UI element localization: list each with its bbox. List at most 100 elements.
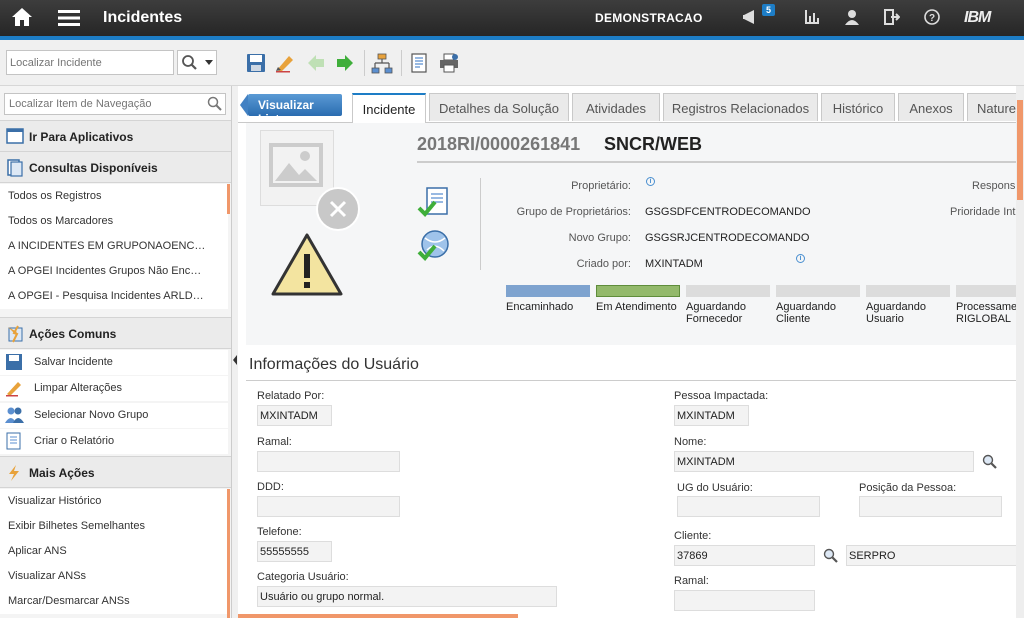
available-queries-header[interactable]: Consultas Disponíveis xyxy=(0,151,231,183)
name-field[interactable]: MXINTADM xyxy=(674,451,974,472)
more-action-item[interactable]: Visualizar ANSs xyxy=(0,564,228,589)
affected-person-label: Pessoa Impactada: xyxy=(674,390,769,402)
toolbar xyxy=(0,40,1024,86)
user-category-label: Categoria Usuário: xyxy=(257,571,349,583)
main-content: Visualizar Lista Incidente Detalhes da S… xyxy=(238,86,1024,618)
query-item[interactable]: A INCIDENTES EM GRUPONAOENC… xyxy=(0,234,228,259)
queries-scrollbar[interactable] xyxy=(227,184,230,214)
tab-related-records[interactable]: Registros Relacionados xyxy=(663,93,818,121)
client-id-field[interactable]: 37869 xyxy=(674,545,815,566)
status-step-bar xyxy=(776,285,860,297)
phone-label: Telefone: xyxy=(257,526,302,538)
remove-image-icon[interactable] xyxy=(316,187,360,234)
more-action-item[interactable]: Exibir Bilhetes Semelhantes xyxy=(0,514,228,539)
created-by-value[interactable]: MXINTADM xyxy=(645,258,703,270)
ibm-logo: IBM xyxy=(964,9,991,26)
clear-changes-action[interactable]: Limpar Alterações xyxy=(0,376,228,401)
owner-label: Proprietário: xyxy=(571,180,631,192)
save-incident-action[interactable]: Salvar Incidente xyxy=(0,350,228,375)
more-action-item[interactable]: Marcar/Desmarcar ANSs xyxy=(0,589,228,614)
more-action-item[interactable]: Visualizar Histórico xyxy=(0,489,228,514)
checklist-icon[interactable] xyxy=(417,186,451,223)
find-incident-input[interactable] xyxy=(6,50,174,75)
status-step-label: Aguardando Cliente xyxy=(776,301,836,325)
status-step-label: Aguardando Usuario xyxy=(866,301,926,325)
new-group-label: Novo Grupo: xyxy=(568,232,631,244)
common-actions-header[interactable]: Ações Comuns xyxy=(0,317,231,349)
status-step-label: Aguardando Fornecedor xyxy=(686,301,746,325)
user-category-field[interactable]: Usuário ou grupo normal. xyxy=(257,586,557,607)
person-position-field[interactable] xyxy=(859,496,1002,517)
select-new-group-action[interactable]: Selecionar Novo Grupo xyxy=(0,403,228,428)
client-name-field[interactable]: SERPRO xyxy=(846,545,1022,566)
search-button[interactable] xyxy=(177,50,217,75)
info-icon[interactable]: i xyxy=(796,254,805,263)
user-profile-icon[interactable] xyxy=(844,9,860,28)
extension2-label: Ramal: xyxy=(674,575,709,587)
navigation-sidebar: Ir Para Aplicativos Consultas Disponívei… xyxy=(0,86,232,618)
tab-activities[interactable]: Atividades xyxy=(572,93,660,121)
tab-history[interactable]: Histórico xyxy=(821,93,895,121)
info-icon[interactable]: i xyxy=(646,177,655,186)
query-item[interactable]: A OPGEI Incidentes Grupos Não Enc… xyxy=(0,259,228,284)
status-step-bar xyxy=(956,285,1024,297)
status-step-label: Processame RIGLOBAL xyxy=(956,301,1018,325)
reported-by-field[interactable]: MXINTADM xyxy=(257,405,332,426)
help-icon[interactable]: ? xyxy=(924,9,940,28)
print-icon[interactable] xyxy=(438,53,460,76)
owner-group-label: Grupo de Proprietários: xyxy=(516,206,631,218)
action-label: Limpar Alterações xyxy=(34,382,123,394)
query-item[interactable]: Todos os Marcadores xyxy=(0,209,228,234)
owner-group-value[interactable]: GSGSDFCENTRODECOMANDO xyxy=(645,206,811,218)
next-arrow-icon[interactable] xyxy=(335,53,355,76)
nav-search-input[interactable] xyxy=(4,93,226,115)
reports-icon[interactable] xyxy=(804,9,820,28)
more-action-item[interactable]: Aplicar ANS xyxy=(0,539,228,564)
clear-changes-icon[interactable] xyxy=(274,53,296,76)
query-item[interactable]: A OPGEI - Pesquisa Incidentes ARLD… xyxy=(0,284,228,309)
svg-text:?: ? xyxy=(929,13,935,24)
queries-icon xyxy=(6,159,24,180)
reported-by-label: Relatado Por: xyxy=(257,390,325,402)
lightning-icon xyxy=(6,464,22,485)
extension-field[interactable] xyxy=(257,451,400,472)
create-report-action[interactable]: Criar o Relatório xyxy=(0,429,228,454)
query-item[interactable]: Todos os Registros xyxy=(0,184,228,209)
user-info-section-title: Informações do Usuário xyxy=(249,356,419,373)
menu-icon[interactable] xyxy=(58,8,80,31)
action-label: Salvar Incidente xyxy=(34,356,113,368)
save-icon[interactable] xyxy=(246,53,266,76)
tab-incident[interactable]: Incidente xyxy=(352,93,426,123)
user-ug-field[interactable] xyxy=(677,496,820,517)
main-scroll-thumb[interactable] xyxy=(1017,100,1023,200)
lookup-icon[interactable] xyxy=(823,548,839,567)
tab-attachments[interactable]: Anexos xyxy=(898,93,964,121)
go-to-applications-header[interactable]: Ir Para Aplicativos xyxy=(0,120,231,152)
organization-label[interactable]: DEMONSTRACAO xyxy=(595,11,703,25)
search-icon[interactable] xyxy=(207,96,223,115)
section-label: Mais Ações xyxy=(29,466,95,480)
view-list-button[interactable]: Visualizar Lista xyxy=(240,94,342,126)
horizontal-scroll-thumb[interactable] xyxy=(238,614,518,618)
home-icon[interactable] xyxy=(10,6,34,31)
affected-person-field[interactable]: MXINTADM xyxy=(674,405,749,426)
new-group-value[interactable]: GSGSRJCENTRODECOMANDO xyxy=(645,232,809,244)
sign-out-icon[interactable] xyxy=(884,9,901,28)
report-icon[interactable] xyxy=(410,53,428,76)
section-label: Ir Para Aplicativos xyxy=(29,130,134,144)
globe-check-icon[interactable] xyxy=(417,228,451,265)
more-actions-scrollbar[interactable] xyxy=(227,489,230,618)
workflow-icon[interactable] xyxy=(371,53,393,78)
previous-arrow-icon[interactable] xyxy=(306,53,326,76)
status-step-label: Encaminhado xyxy=(506,301,574,313)
lookup-icon[interactable] xyxy=(982,454,998,473)
report-icon xyxy=(5,432,23,453)
extension2-field[interactable] xyxy=(674,590,815,611)
megaphone-icon[interactable] xyxy=(742,9,760,28)
action-label: Criar o Relatório xyxy=(34,435,115,447)
ddd-field[interactable] xyxy=(257,496,400,517)
tab-solution-details[interactable]: Detalhes da Solução xyxy=(429,93,569,121)
phone-field[interactable]: 55555555 xyxy=(257,541,332,562)
more-actions-header[interactable]: Mais Ações xyxy=(0,456,231,488)
notification-badge[interactable]: 5 xyxy=(762,4,776,16)
